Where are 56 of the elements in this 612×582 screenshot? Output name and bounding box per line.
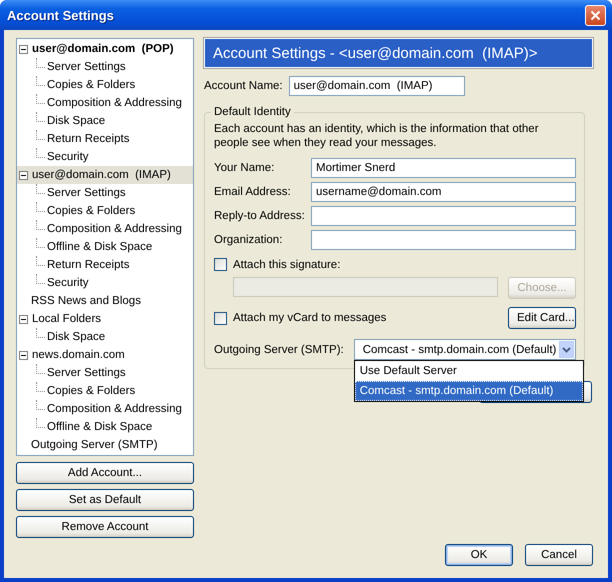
input-field[interactable] <box>311 206 576 226</box>
tree-item[interactable]: Composition & Addressing <box>17 220 193 238</box>
account-button[interactable]: Add Account... <box>16 462 194 484</box>
tree-item[interactable]: Copies & Folders <box>17 202 193 220</box>
group-legend: Default Identity <box>211 106 294 118</box>
close-button[interactable] <box>585 4 606 26</box>
tree-item[interactable]: Offline & Disk Space <box>17 418 193 436</box>
collapse-icon[interactable] <box>19 44 28 54</box>
tree-item[interactable]: Disk Space <box>17 328 193 346</box>
tree-item[interactable]: Server Settings <box>17 58 193 76</box>
tree-item[interactable]: Security <box>17 148 193 166</box>
tree-item[interactable]: RSS News and Blogs <box>17 292 193 310</box>
account-button[interactable]: Set as Default <box>16 489 194 511</box>
edit-card-button[interactable]: Edit Card... <box>508 307 576 329</box>
tree-item[interactable]: Composition & Addressing <box>17 94 193 112</box>
tree-item[interactable]: Server Settings <box>17 364 193 382</box>
field-label: Account Name: <box>204 80 283 92</box>
window-title: Account Settings <box>7 8 114 22</box>
tree-item[interactable]: Offline & Disk Space <box>17 238 193 256</box>
tree-item[interactable]: user@domain.com (IMAP) <box>17 166 193 184</box>
tree-item[interactable]: Local Folders <box>17 310 193 328</box>
collapse-icon[interactable] <box>19 314 28 324</box>
checkbox-label: Attach this signature: <box>233 258 340 270</box>
tree-item[interactable]: Server Settings <box>17 184 193 202</box>
tree-item[interactable]: Return Receipts <box>17 130 193 148</box>
field-label: Organization: <box>214 234 284 246</box>
checkbox[interactable] <box>214 312 227 324</box>
dialog-button[interactable]: Cancel <box>525 544 593 566</box>
dropdown-arrow-icon <box>559 341 574 358</box>
collapse-icon[interactable] <box>19 170 28 180</box>
checkbox-label: Attach my vCard to messages <box>233 312 386 324</box>
input-field[interactable]: username@domain.com <box>311 182 576 202</box>
tree-item[interactable]: Outgoing Server (SMTP) <box>17 436 193 454</box>
tree-item[interactable]: user@domain.com (POP) <box>17 40 193 58</box>
field-label: Reply-to Address: <box>214 210 306 222</box>
tree-item[interactable]: Composition & Addressing <box>17 400 193 418</box>
collapse-icon[interactable] <box>19 350 28 360</box>
tree-item[interactable]: Copies & Folders <box>17 382 193 400</box>
dropdown-option[interactable]: Use Default Server <box>354 361 583 381</box>
tree-item[interactable]: news.domain.com <box>17 346 193 364</box>
dialog-button[interactable]: OK <box>445 544 513 566</box>
dropdown-option[interactable]: Comcast - smtp.domain.com (Default) <box>354 381 583 401</box>
field-label: Email Address: <box>214 186 292 198</box>
field-label: Outgoing Server (SMTP): <box>214 344 344 356</box>
tree-item[interactable]: Copies & Folders <box>17 76 193 94</box>
input-field[interactable] <box>311 230 576 250</box>
close-icon <box>590 10 601 20</box>
identity-description: Each account has an identity, which is the information that other people see when they read your messages. <box>214 122 540 150</box>
panel-header: Account Settings - <user@domain.com (IMAP)> <box>204 38 593 68</box>
tree-item[interactable]: Return Receipts <box>17 256 193 274</box>
account-name-field[interactable]: user@domain.com (IMAP) <box>288 76 465 96</box>
account-button[interactable]: Remove Account <box>16 516 194 538</box>
field-label: Your Name: <box>214 162 276 174</box>
tree-item[interactable]: Disk Space <box>17 112 193 130</box>
tree-item[interactable]: Security <box>17 274 193 292</box>
input-field[interactable]: Mortimer Snerd <box>311 158 576 178</box>
